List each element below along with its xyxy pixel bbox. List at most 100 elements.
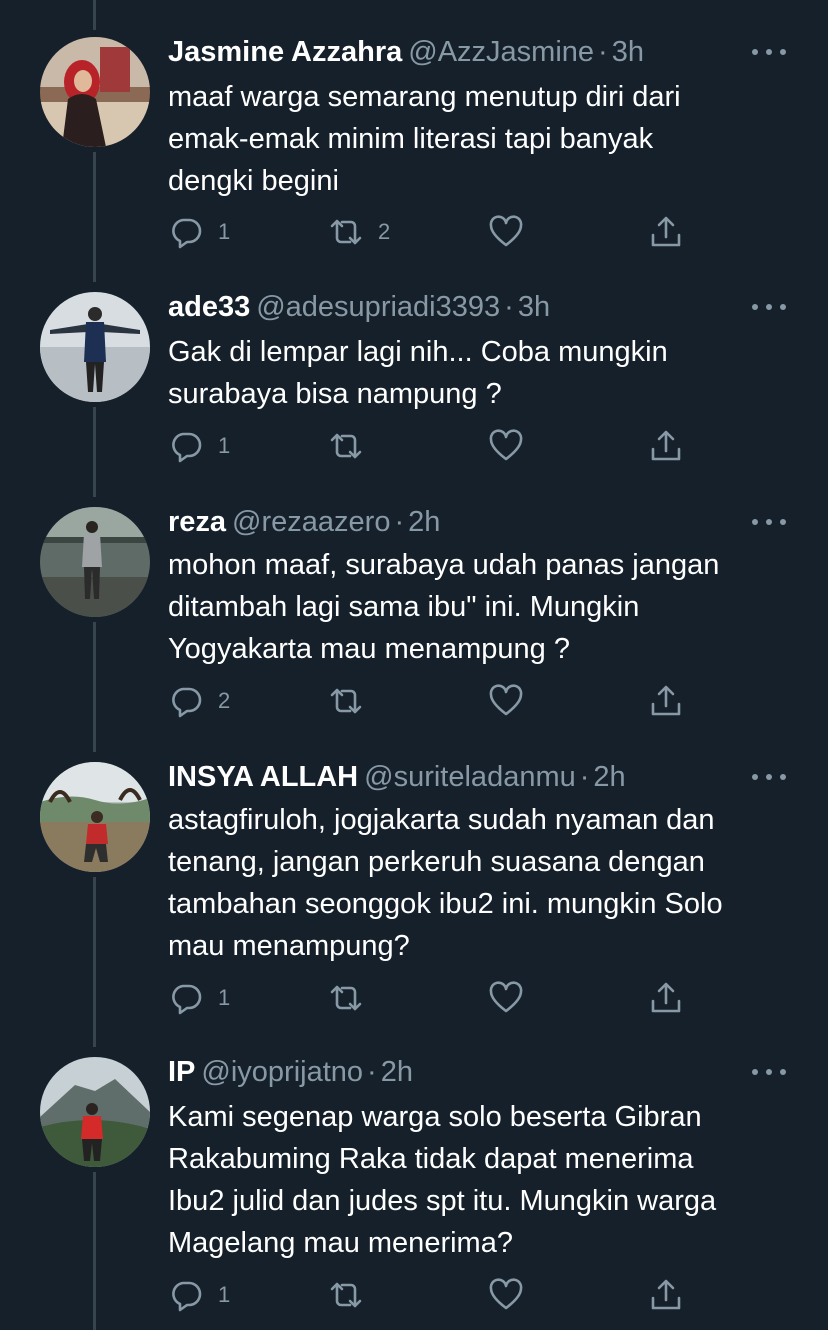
tweet[interactable]: IP @iyoprijatno · 2h Kami segenap warga sol…	[0, 1050, 828, 1330]
more-icon[interactable]	[752, 48, 786, 56]
reply-button[interactable]: 1	[168, 212, 230, 252]
display-name[interactable]: reza	[168, 506, 226, 538]
like-button[interactable]	[488, 978, 538, 1018]
tweet-header: reza @rezaazero · 2h	[168, 502, 440, 542]
separator-dot: ·	[394, 506, 405, 538]
display-name[interactable]: IP	[168, 1056, 195, 1088]
thread-line	[93, 0, 96, 30]
retweet-count: 2	[378, 219, 391, 244]
timestamp[interactable]: 2h	[408, 506, 440, 538]
avatar-photo	[40, 37, 150, 147]
retweet-button[interactable]	[328, 978, 378, 1018]
avatar[interactable]	[40, 292, 150, 402]
avatar-photo	[40, 507, 150, 617]
share-icon	[651, 685, 681, 716]
tweet-actions: 1 2	[168, 212, 708, 252]
share-icon	[651, 216, 681, 247]
share-button[interactable]	[648, 681, 684, 721]
more-icon[interactable]	[752, 303, 786, 311]
separator-dot: ·	[367, 1056, 377, 1088]
timestamp[interactable]: 3h	[518, 291, 550, 323]
share-icon	[651, 982, 681, 1013]
avatar[interactable]	[40, 1057, 150, 1167]
tweet[interactable]: ade33 @adesupriadi3393 · 3h Gak di lempar l…	[0, 285, 828, 495]
reply-button[interactable]: 1	[168, 426, 230, 466]
avatar-photo	[40, 292, 150, 402]
reply-count: 2	[218, 688, 231, 713]
tweet-actions: 1	[168, 426, 708, 466]
retweet-icon	[330, 688, 362, 714]
separator-dot: ·	[579, 761, 590, 793]
share-icon	[651, 1279, 681, 1310]
display-name[interactable]: ade33	[168, 291, 250, 323]
like-button[interactable]	[488, 1275, 538, 1315]
like-button[interactable]	[488, 426, 538, 466]
tweet-header: INSYA ALLAH @suriteladanmu · 2h	[168, 757, 626, 797]
username[interactable]: @AzzJasmine	[408, 36, 594, 68]
reply-button[interactable]: 2	[168, 681, 230, 721]
avatar[interactable]	[40, 507, 150, 617]
avatar[interactable]	[40, 762, 150, 872]
avatar[interactable]	[40, 37, 150, 147]
tweet-actions: 1	[168, 978, 708, 1018]
tweet-header: Jasmine Azzahra @AzzJasmine · 3h	[168, 32, 644, 72]
heart-icon	[489, 684, 523, 716]
username[interactable]: @suriteladanmu	[364, 761, 576, 793]
share-button[interactable]	[648, 212, 684, 252]
share-button[interactable]	[648, 978, 684, 1018]
timestamp[interactable]: 2h	[593, 761, 625, 793]
heart-icon	[489, 215, 523, 247]
retweet-button[interactable]	[328, 426, 378, 466]
more-icon[interactable]	[752, 773, 786, 781]
tweet[interactable]: reza @rezaazero · 2h mohon maaf, surabaya u…	[0, 500, 828, 750]
retweet-button[interactable]	[328, 681, 378, 721]
retweet-button[interactable]	[328, 1275, 378, 1315]
tweet-text: Gak di lempar lagi nih... Coba mungkin s…	[168, 336, 668, 410]
more-icon[interactable]	[752, 1068, 786, 1076]
retweet-button[interactable]: 2	[328, 212, 390, 252]
like-button[interactable]	[488, 681, 538, 721]
timestamp[interactable]: 3h	[612, 36, 644, 68]
username[interactable]: @iyoprijatno	[201, 1056, 363, 1088]
like-button[interactable]	[488, 212, 538, 252]
more-icon[interactable]	[752, 518, 786, 526]
heart-icon	[489, 1278, 523, 1310]
tweet-text: mohon maaf, surabaya udah panas jangan d…	[168, 549, 720, 665]
reply-button[interactable]: 1	[168, 978, 230, 1018]
tweet-text: astagfiruloh, jogjakarta sudah nyaman da…	[168, 804, 723, 962]
tweet-actions: 1	[168, 1275, 708, 1315]
separator-dot: ·	[504, 291, 514, 323]
reply-count: 1	[218, 219, 231, 244]
reply-icon	[172, 432, 202, 463]
share-button[interactable]	[648, 426, 684, 466]
tweet[interactable]: INSYA ALLAH @suriteladanmu · 2h astagfirulo…	[0, 755, 828, 1045]
retweet-icon	[330, 219, 362, 245]
reply-count: 1	[218, 985, 231, 1010]
share-icon	[651, 430, 681, 461]
display-name[interactable]: Jasmine Azzahra	[168, 36, 402, 68]
tweet-actions: 2	[168, 681, 708, 721]
timestamp[interactable]: 2h	[381, 1056, 413, 1088]
avatar-photo	[40, 762, 150, 872]
reply-button[interactable]: 1	[168, 1275, 230, 1315]
reply-icon	[172, 984, 202, 1015]
avatar-photo	[40, 1057, 150, 1167]
display-name[interactable]: INSYA ALLAH	[168, 761, 358, 793]
tweet-header: IP @iyoprijatno · 2h	[168, 1052, 413, 1092]
heart-icon	[489, 981, 523, 1013]
reply-icon	[172, 1281, 202, 1312]
retweet-icon	[330, 433, 362, 459]
reply-count: 1	[218, 433, 231, 458]
retweet-icon	[330, 985, 362, 1011]
username[interactable]: @adesupriadi3393	[256, 291, 500, 323]
tweet-text: Kami segenap warga solo beserta Gibran R…	[168, 1101, 717, 1259]
tweet-header: ade33 @adesupriadi3393 · 3h	[168, 287, 550, 327]
username[interactable]: @rezaazero	[232, 506, 390, 538]
share-button[interactable]	[648, 1275, 684, 1315]
retweet-icon	[330, 1282, 362, 1308]
tweet-text: maaf warga semarang menutup diri dari em…	[168, 81, 681, 197]
reply-icon	[172, 687, 202, 718]
tweet[interactable]: Jasmine Azzahra @AzzJasmine · 3h maaf warga…	[0, 30, 828, 280]
reply-icon	[172, 218, 202, 249]
separator-dot: ·	[598, 36, 608, 68]
